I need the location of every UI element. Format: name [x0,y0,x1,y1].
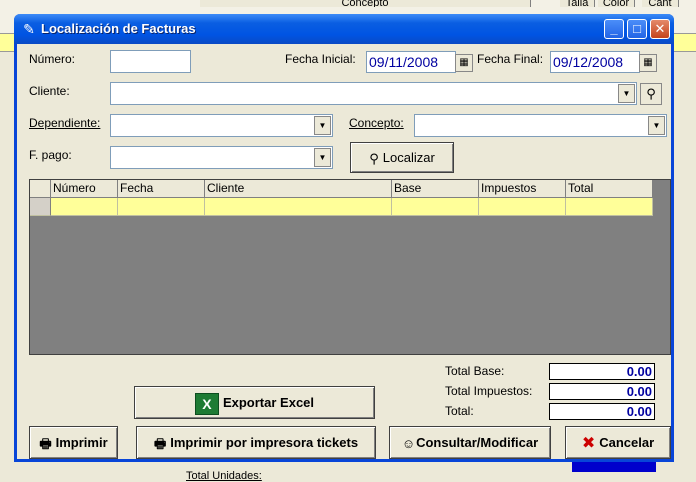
table-cell[interactable] [479,198,566,216]
column-header-impuestos[interactable]: Impuestos [479,180,566,198]
window-title: Localización de Facturas [41,21,196,36]
numero-label: Número: [29,52,76,66]
total-base-value: 0.00 [549,363,655,380]
bg-header-color: Color [598,0,635,7]
grid-corner [30,180,51,198]
localizar-button-label: Localizar [382,150,435,165]
table-cell[interactable] [118,198,205,216]
column-header-cliente[interactable]: Cliente [205,180,392,198]
table-cell[interactable] [392,198,479,216]
results-grid[interactable]: Número Fecha Cliente Base Impuestos Tota… [29,179,671,355]
excel-icon: X [194,392,219,415]
total-value: 0.00 [549,403,655,420]
consultar-modificar-label: Consultar/Modificar [416,435,539,450]
fpago-label: F. pago: [29,148,72,162]
cliente-combo[interactable]: ▼ [110,82,637,105]
chevron-down-icon[interactable]: ▼ [314,148,331,167]
numero-input[interactable] [110,50,191,73]
cliente-label: Cliente: [29,84,70,98]
column-header-numero[interactable]: Número [51,180,118,198]
localizacion-facturas-dialog: ✎ Localización de Facturas _ □ ✕ Número:… [14,14,674,462]
consultar-modificar-button[interactable]: ☺Consultar/Modificar [389,426,551,459]
calendar-icon[interactable]: ▦ [639,54,657,72]
chevron-down-icon[interactable]: ▼ [648,116,665,135]
dependiente-combo[interactable]: ▼ [110,114,333,137]
total-base-label: Total Base: [445,364,505,378]
table-cell[interactable] [205,198,392,216]
bg-header-cant: Cant [642,0,679,7]
fecha-inicial-input[interactable]: 09/11/2008 [366,51,456,73]
imprimir-tickets-label: Imprimir por impresora tickets [170,435,359,450]
exportar-excel-label: Exportar Excel [222,395,315,410]
bg-header-talla: Talla [560,0,595,7]
maximize-button[interactable]: □ [627,19,647,39]
search-icon[interactable]: ⚲ [640,83,662,105]
chevron-down-icon[interactable]: ▼ [618,84,635,103]
fpago-combo[interactable]: ▼ [110,146,333,169]
fecha-final-input[interactable]: 09/12/2008 [550,51,640,73]
grid-header: Número Fecha Cliente Base Impuestos Tota… [30,180,653,198]
concepto-label: Concepto: [349,116,404,130]
column-header-base[interactable]: Base [392,180,479,198]
column-header-total[interactable]: Total [566,180,653,198]
dependiente-label: Dependiente: [29,116,101,130]
fecha-inicial-label: Fecha Inicial: [285,52,356,66]
background-total-unidades-label: Total Unidades: [186,470,262,482]
row-selector[interactable] [30,198,51,216]
invoice-icon: ✎ [23,21,35,37]
total-label: Total: [445,404,474,418]
fecha-final-label: Fecha Final: [477,52,544,66]
cancelar-label: Cancelar [599,435,655,450]
close-button[interactable]: ✕ [650,19,670,39]
cancelar-button[interactable]: ✖ Cancelar [565,426,671,459]
background-total-box [572,462,656,472]
imprimir-label: Imprimir [55,435,108,450]
localizar-button[interactable]: ⚲ Localizar [350,142,454,173]
imprimir-button[interactable]: 🖶 Imprimir [29,426,118,459]
total-impuestos-value: 0.00 [549,383,655,400]
exportar-excel-button[interactable]: X Exportar Excel [134,386,375,419]
printer-icon: 🖶 [153,436,167,452]
table-row[interactable] [30,198,653,216]
imprimir-tickets-button[interactable]: 🖶 Imprimir por impresora tickets [136,426,376,459]
table-cell[interactable] [566,198,653,216]
column-header-fecha[interactable]: Fecha [118,180,205,198]
bg-header-concepto: Concepto [200,0,531,7]
chevron-down-icon[interactable]: ▼ [314,116,331,135]
calendar-icon[interactable]: ▦ [455,54,473,72]
search-icon: ⚲ [369,151,379,167]
total-impuestos-label: Total Impuestos: [445,384,533,398]
title-bar[interactable]: ✎ Localización de Facturas _ □ ✕ [14,14,674,44]
minimize-button[interactable]: _ [604,19,624,39]
concepto-combo[interactable]: ▼ [414,114,667,137]
smiley-icon: ☺ [401,436,416,452]
printer-icon: 🖶 [39,436,52,452]
red-x-icon: ✖ [581,435,596,453]
table-cell[interactable] [51,198,118,216]
